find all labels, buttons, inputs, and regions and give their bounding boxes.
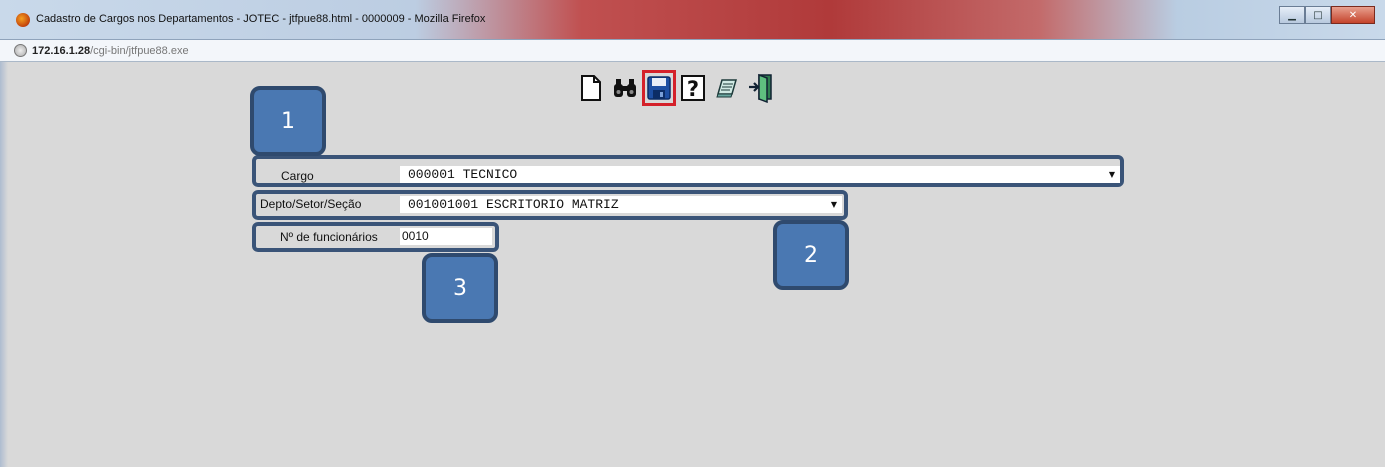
firefox-icon: [16, 13, 30, 27]
callout-2: 2: [773, 220, 849, 290]
notes-icon[interactable]: [710, 70, 744, 106]
help-question-icon[interactable]: ?: [676, 70, 710, 106]
exit-door-icon[interactable]: [744, 70, 778, 106]
window-left-edge: [0, 62, 8, 467]
chevron-down-icon[interactable]: ▼: [831, 196, 837, 213]
address-bar[interactable]: 172.16.1.28/cgi-bin/jtfpue88.exe: [0, 40, 1385, 62]
cargo-select-value: 000001 TECNICO: [408, 167, 518, 182]
window-controls: ▁ □ ✕: [1279, 6, 1375, 24]
depto-select-value: 001001001 ESCRITORIO MATRIZ: [408, 197, 619, 212]
title-bar: Cadastro de Cargos nos Departamentos - J…: [0, 0, 1385, 40]
window-title: Cadastro de Cargos nos Departamentos - J…: [36, 13, 486, 25]
minimize-icon[interactable]: ▁: [1279, 6, 1305, 24]
depto-label: Depto/Setor/Seção: [260, 197, 362, 211]
func-label: Nº de funcionários: [280, 230, 378, 244]
binoculars-search-icon[interactable]: [608, 70, 642, 106]
cargo-select[interactable]: 000001 TECNICO ▼: [400, 166, 1120, 183]
new-document-icon[interactable]: [574, 70, 608, 106]
chevron-down-icon[interactable]: ▼: [1109, 166, 1115, 183]
callout-3: 3: [422, 253, 498, 323]
globe-icon: [14, 44, 27, 57]
maximize-icon[interactable]: □: [1305, 6, 1331, 24]
url-path: /cgi-bin/jtfpue88.exe: [90, 45, 189, 57]
url-text[interactable]: 172.16.1.28/cgi-bin/jtfpue88.exe: [32, 45, 189, 57]
toolbar: ?: [574, 68, 778, 108]
svg-text:?: ?: [687, 77, 699, 101]
func-count-input[interactable]: 0010: [400, 228, 492, 245]
close-icon[interactable]: ✕: [1331, 6, 1375, 24]
save-floppy-icon[interactable]: [642, 70, 676, 106]
depto-select[interactable]: 001001001 ESCRITORIO MATRIZ ▼: [400, 196, 842, 213]
cargo-label: Cargo: [281, 169, 314, 183]
url-host: 172.16.1.28: [32, 45, 91, 57]
browser-window: Cadastro de Cargos nos Departamentos - J…: [0, 0, 1385, 467]
callout-1: 1: [250, 86, 326, 156]
